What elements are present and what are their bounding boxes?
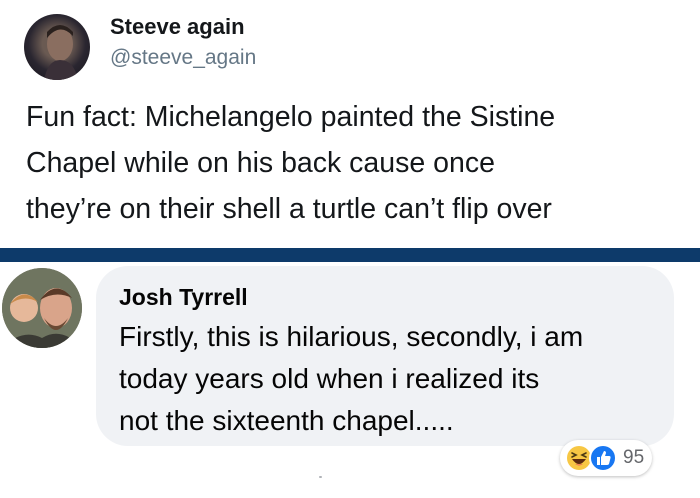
comment-text: Firstly, this is hilarious, secondly, i … [119,321,584,436]
tweet-text: Fun fact: Michelangelo painted the Sisti… [26,101,556,225]
tweet-handle[interactable]: @steeve_again [110,46,256,70]
avatar-photo-icon [44,25,78,80]
tweet-card: Steeve again @steeve_again Fun fact: Mic… [0,0,700,248]
section-divider [0,248,700,262]
comment-avatar[interactable] [2,268,82,348]
reaction-summary[interactable]: 95 [560,440,653,476]
comment-author[interactable]: Josh Tyrrell [119,284,248,311]
avatar-photo-icon [2,268,82,348]
scroll-indicator [319,476,322,478]
thumbs-up-icon [589,444,617,472]
tweet-display-name[interactable]: Steeve again [110,14,245,40]
tweet-avatar[interactable] [24,14,90,80]
reaction-count: 95 [623,447,645,468]
